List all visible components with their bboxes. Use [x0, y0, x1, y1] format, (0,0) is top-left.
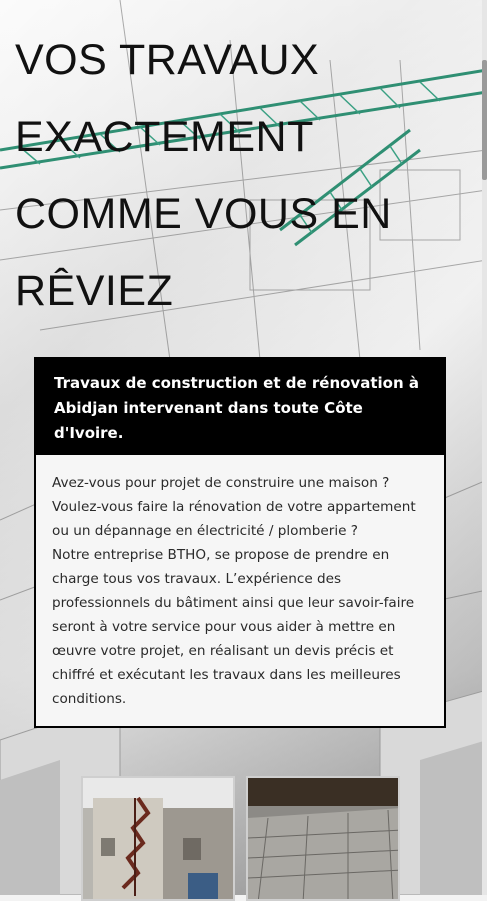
intro-paragraph-questions: Avez-vous pour projet de construire une … — [52, 475, 416, 539]
intro-paragraph-company: Notre entreprise BTHO, se propose de pre… — [52, 547, 415, 707]
intro-card: Travaux de construction et de rénovation… — [34, 357, 446, 728]
gallery-photo-floor[interactable] — [246, 776, 400, 901]
intro-card-heading: Travaux de construction et de rénovation… — [36, 359, 444, 455]
gallery-photo-building[interactable] — [81, 776, 235, 901]
hero-headline: VOS TRAVAUX EXACTEMENT COMME VOUS EN RÊV… — [15, 36, 392, 315]
floor-screed-photo-icon — [248, 778, 398, 899]
building-staircase-photo-icon — [83, 778, 233, 899]
page-scrollbar[interactable] — [482, 0, 487, 895]
scrollbar-thumb[interactable] — [482, 60, 487, 180]
intro-card-body: Avez-vous pour projet de construire une … — [36, 455, 444, 711]
